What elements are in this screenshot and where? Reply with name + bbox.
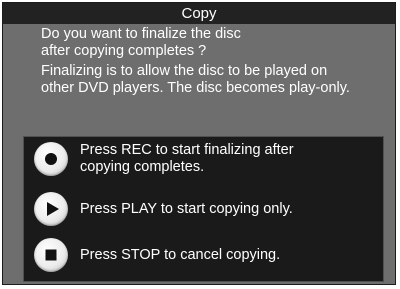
rec-label-line-2: copying completes. (80, 159, 205, 175)
dialog-message: Do you want to finalize the disc after c… (41, 26, 391, 97)
copy-dialog: Copy Do you want to finalize the disc af… (2, 2, 396, 285)
rec-button-icon[interactable] (34, 142, 68, 176)
dialog-title: Copy (3, 3, 395, 24)
rec-option[interactable]: Press REC to start finalizing after copy… (34, 142, 294, 176)
options-panel: Press REC to start finalizing after copy… (23, 136, 384, 282)
info-line-1: Finalizing is to allow the disc to be pl… (41, 63, 328, 79)
stop-option-label: Press STOP to cancel copying. (80, 246, 281, 263)
question-line-1: Do you want to finalize the disc (41, 26, 241, 42)
play-option[interactable]: Press PLAY to start copying only. (34, 192, 293, 226)
stop-option[interactable]: Press STOP to cancel copying. (34, 238, 280, 272)
stop-button-icon[interactable] (34, 238, 68, 272)
question-line-2: after copying completes ? (41, 43, 207, 59)
info-line-2: other DVD players. The disc becomes play… (41, 80, 350, 96)
play-option-label: Press PLAY to start copying only. (80, 200, 293, 217)
rec-option-label: Press REC to start finalizing after copy… (80, 142, 294, 176)
rec-label-line-1: Press REC to start finalizing after (80, 142, 294, 158)
finalize-info: Finalizing is to allow the disc to be pl… (41, 63, 391, 97)
finalize-question: Do you want to finalize the disc after c… (41, 26, 391, 60)
play-button-icon[interactable] (34, 192, 68, 226)
